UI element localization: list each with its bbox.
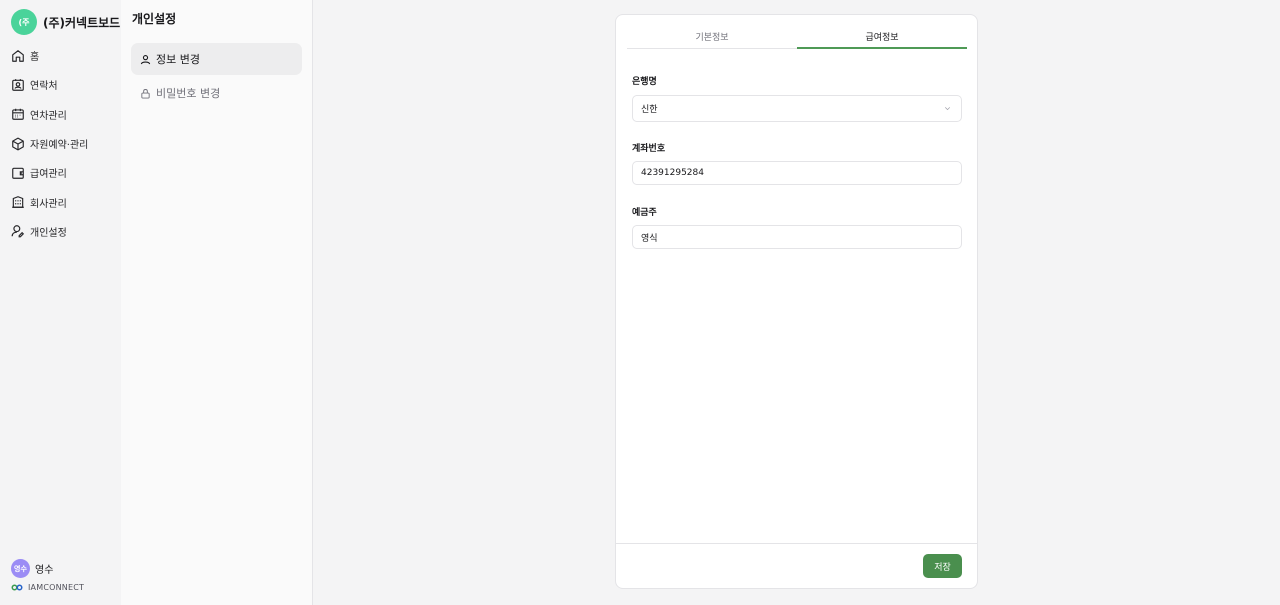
- brand-logo: (주: [11, 9, 37, 35]
- submenu-title: 개인설정: [132, 12, 177, 26]
- nav-item-company[interactable]: 회사관리: [0, 187, 121, 216]
- submenu-item-label: 비밀번호 변경: [156, 87, 221, 100]
- contact-icon: [12, 79, 24, 91]
- wallet-icon: [12, 167, 24, 179]
- avatar: 영수: [11, 559, 30, 578]
- settings-card: 기본정보 급여정보 은행명 신한 계좌번호 예금주 저장: [615, 14, 978, 589]
- tab-payroll-info[interactable]: 급여정보: [797, 25, 967, 49]
- bank-select-value: 신한: [641, 105, 658, 115]
- submenu-item-label: 정보 변경: [156, 53, 200, 66]
- nav-item-resources[interactable]: 자원예약·관리: [0, 129, 121, 158]
- bank-label: 은행명: [632, 77, 657, 87]
- nav-item-payroll[interactable]: 급여관리: [0, 158, 121, 187]
- nav-item-leave[interactable]: 연차관리: [0, 100, 121, 129]
- submenu-item-change-password[interactable]: 비밀번호 변경: [131, 77, 302, 109]
- nav-item-personal-settings[interactable]: 개인설정: [0, 217, 121, 246]
- account-label: 계좌번호: [632, 144, 666, 154]
- user-icon: [140, 54, 151, 64]
- nav-item-label: 연차관리: [30, 110, 67, 122]
- calendar-icon: [12, 108, 24, 121]
- submenu-item-edit-info[interactable]: 정보 변경: [131, 43, 302, 75]
- nav-item-label: 회사관리: [30, 198, 67, 210]
- account-holder-input[interactable]: [632, 225, 962, 249]
- account-number-input[interactable]: [632, 161, 962, 185]
- nav-item-contacts[interactable]: 연락처: [0, 70, 121, 99]
- holder-label: 예금주: [632, 208, 657, 218]
- infinity-logo-icon: [11, 584, 23, 591]
- sidebar: (주 (주)커넥트보드 홈 연락처 연차관리 자원예약·관리 급여관리 회사관리: [0, 0, 121, 605]
- company-name: IAMCONNECT: [28, 583, 85, 592]
- chevron-down-icon: [944, 107, 951, 111]
- nav-item-home[interactable]: 홈: [0, 41, 121, 70]
- nav-item-label: 홈: [30, 52, 40, 64]
- user-profile[interactable]: 영수 영수: [11, 559, 53, 578]
- tab-bar: 기본정보 급여정보: [627, 25, 967, 49]
- nav-item-label: 연락처: [30, 81, 58, 93]
- box-icon: [12, 137, 24, 150]
- save-button[interactable]: 저장: [923, 554, 962, 578]
- nav-item-label: 자원예약·관리: [30, 140, 89, 152]
- home-icon: [12, 49, 24, 62]
- brand-name: (주)커넥트보드: [43, 15, 121, 30]
- card-footer: 저장: [616, 543, 977, 589]
- main-nav: 홈 연락처 연차관리 자원예약·관리 급여관리 회사관리 개인설정: [0, 41, 121, 246]
- nav-item-label: 급여관리: [30, 169, 67, 181]
- user-settings-icon: [11, 225, 25, 238]
- settings-submenu: 개인설정 정보 변경 비밀번호 변경: [121, 0, 313, 605]
- profile-name: 영수: [35, 565, 54, 576]
- nav-item-label: 개인설정: [30, 227, 67, 239]
- lock-icon: [141, 88, 150, 99]
- main-content: 기본정보 급여정보 은행명 신한 계좌번호 예금주 저장: [313, 0, 1280, 605]
- building-icon: [12, 196, 24, 208]
- brand[interactable]: (주 (주)커넥트보드: [11, 9, 121, 35]
- bank-select[interactable]: 신한: [632, 95, 962, 122]
- tab-basic-info[interactable]: 기본정보: [627, 25, 797, 49]
- company-logo: IAMCONNECT: [11, 583, 84, 592]
